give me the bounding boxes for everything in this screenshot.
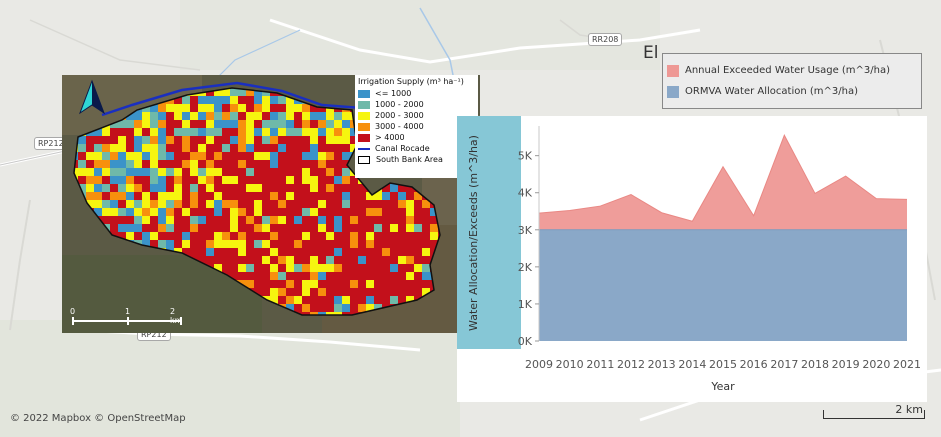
y-tick-label: 0K	[518, 335, 533, 348]
inset-scale-tick: 2 km	[170, 307, 183, 325]
legend-swatch-allocation	[667, 85, 679, 98]
inset-legend-label: 1000 - 2000	[375, 100, 424, 109]
inset-legend-title: Irrigation Supply (m³ ha⁻¹)	[358, 77, 464, 86]
x-tick-label: 2015	[709, 358, 737, 371]
legend-swatch	[358, 122, 370, 131]
road-label-rr208: RR208	[588, 33, 623, 46]
x-tick-label: 2017	[770, 358, 798, 371]
legend-swatch	[358, 133, 370, 142]
water-chart-panel: 0K 1K 2K 3K 4K 5K 2009 2010 2011 2012 2013 2014 2015…	[457, 116, 927, 402]
inset-legend-label: > 4000	[375, 133, 405, 142]
inset-scale-tick: 0	[70, 307, 76, 316]
x-tick-label: 2009	[525, 358, 553, 371]
inset-legend-item: 1000 - 2000	[358, 99, 475, 110]
y-tick-label: 2K	[518, 261, 533, 274]
chart-legend: Annual Exceeded Water Usage (m^3/ha) ORM…	[662, 53, 922, 109]
legend-swatch	[358, 111, 370, 120]
y-tick-label: 4K	[518, 187, 533, 200]
x-tick-label: 2014	[678, 358, 706, 371]
x-tick-label: 2020	[862, 358, 890, 371]
inset-legend-label: <= 1000	[375, 89, 412, 98]
legend-item-exceeded[interactable]: Annual Exceeded Water Usage (m^3/ha)	[667, 60, 917, 81]
y-tick-label: 3K	[518, 224, 533, 237]
series-exceeded-area	[539, 135, 907, 230]
y-tick-label: 5K	[518, 150, 533, 163]
x-tick-label: 2018	[801, 358, 829, 371]
y-tick-label: 1K	[518, 298, 533, 311]
x-tick-label: 2012	[617, 358, 645, 371]
series-allocation-area	[539, 229, 907, 341]
map-scale-label: 2 km	[895, 403, 923, 416]
inset-scale-bar: 0 1 2 km	[70, 307, 182, 327]
canal-label: Canal Rocade	[375, 144, 430, 153]
irrigation-inset-map: Irrigation Supply (m³ ha⁻¹) <= 1000 1000…	[62, 75, 480, 333]
inset-legend-item: <= 1000	[358, 88, 475, 99]
x-tick-label: 2010	[556, 358, 584, 371]
x-tick-label: 2011	[586, 358, 614, 371]
legend-swatch	[358, 89, 370, 98]
y-axis-label: Water Allocation/Exceeds (m^3/ha)	[467, 135, 480, 331]
x-tick-label: 2013	[648, 358, 676, 371]
x-axis-label: Year	[710, 380, 735, 393]
legend-swatch-exceeded	[667, 64, 679, 77]
legend-item-allocation[interactable]: ORMVA Water Allocation (m^3/ha)	[667, 81, 917, 102]
canal-line-swatch	[358, 147, 370, 150]
map-attribution[interactable]: © 2022 Mapbox © OpenStreetMap	[10, 413, 186, 424]
x-tick-label: 2019	[832, 358, 860, 371]
area-box-swatch	[358, 155, 370, 164]
inset-scale-tick: 1	[125, 307, 131, 316]
map-scale-bar: 2 km	[823, 403, 925, 419]
town-label: El	[643, 43, 659, 63]
x-tick-label: 2021	[893, 358, 921, 371]
legend-swatch	[358, 100, 370, 109]
x-tick-label: 2016	[740, 358, 768, 371]
legend-label-allocation: ORMVA Water Allocation (m^3/ha)	[685, 86, 859, 97]
legend-label-exceeded: Annual Exceeded Water Usage (m^3/ha)	[685, 65, 891, 76]
area-label: South Bank Area	[376, 155, 443, 164]
inset-legend-label: 2000 - 3000	[375, 111, 424, 120]
inset-legend-label: 3000 - 4000	[375, 122, 424, 131]
area-chart: 0K 1K 2K 3K 4K 5K 2009 2010 2011 2012 2013 2014 2015…	[457, 116, 921, 393]
